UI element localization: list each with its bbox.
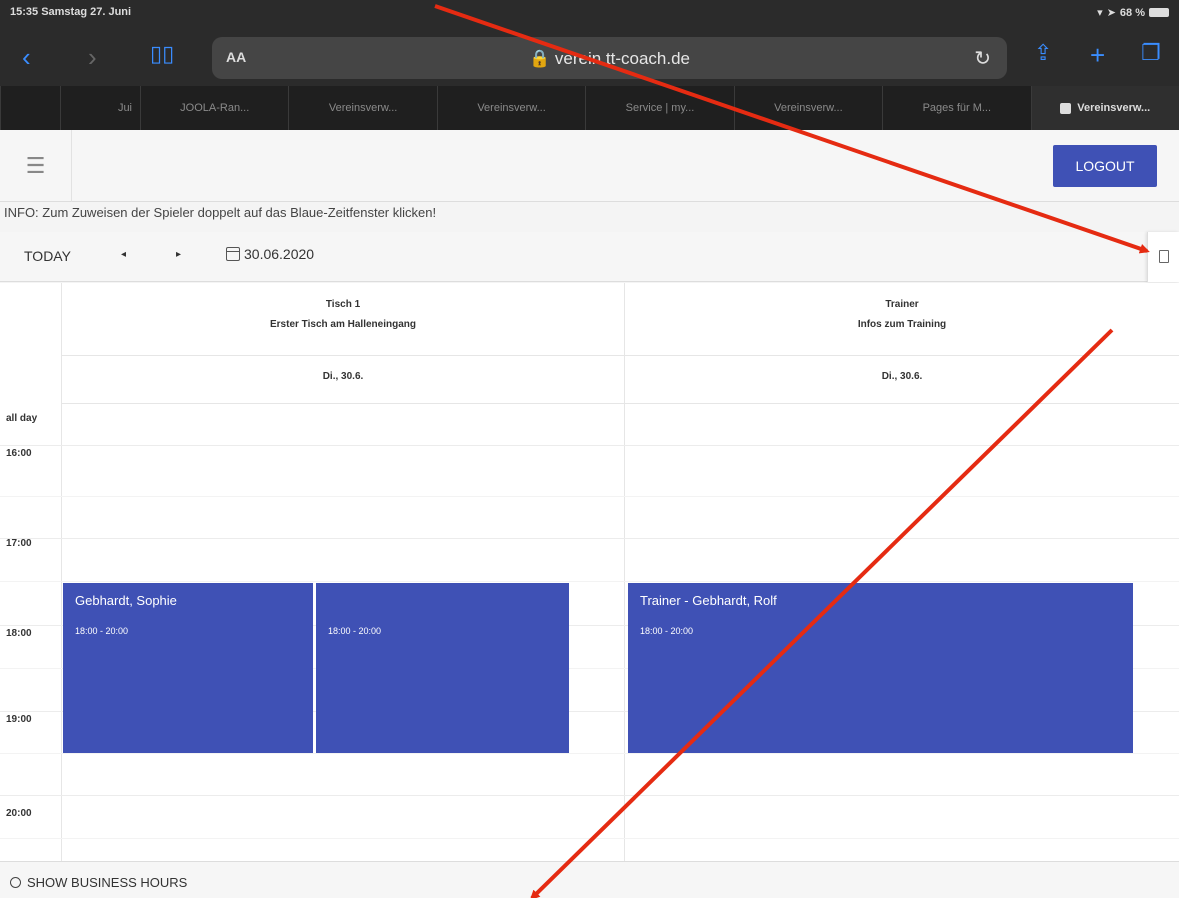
new-tab-icon[interactable]: + [1090,42,1105,68]
event-slot[interactable]: 18:00 - 20:00 [316,583,569,753]
tab-item[interactable]: Pages für M... [882,86,1030,130]
reload-icon[interactable]: ↻ [974,46,991,71]
time-label: 20:00 [6,808,32,819]
back-icon[interactable]: ‹ [22,44,31,70]
tab-item[interactable]: Vereinsverw... [436,86,585,130]
grid-line-half [0,753,1179,754]
tab-item[interactable]: Vereinsverw... [733,86,882,130]
event-time: 18:00 - 20:00 [75,626,129,636]
url-label: verein.tt-coach.de [554,49,691,68]
day-header: Di., 30.6. [881,371,923,382]
forward-icon[interactable]: › [88,44,97,70]
battery-icon [1149,8,1169,17]
event-gebhardt-sophie[interactable]: Gebhardt, Sophie 18:00 - 20:00 [63,583,313,753]
resource-subtitle: Infos zum Training [857,319,947,330]
time-label: 19:00 [6,714,32,725]
location-icon: ➤ [1106,7,1116,19]
all-day-label: all day [6,413,38,424]
resource-name: Tisch 1 [325,299,361,310]
battery-percent: 68 % [1119,6,1145,19]
calendar-grid: Tisch 1 Erster Tisch am Halleneingang Tr… [0,283,1179,861]
prev-day-button[interactable]: ◂ [121,249,126,260]
resource-subtitle: Erster Tisch am Halleneingang [270,319,416,330]
date-picker[interactable]: 30.06.2020 [226,246,314,262]
pdf-export-button[interactable] [1147,232,1179,282]
event-time: 18:00 - 20:00 [328,626,382,636]
event-trainer-gebhardt-rolf[interactable]: Trainer - Gebhardt, Rolf 18:00 - 20:00 [628,583,1133,753]
header-separator [62,355,1179,356]
next-day-button[interactable]: ▸ [176,249,181,260]
tab-item[interactable] [0,86,60,130]
tab-label: Vereinsverw... [1077,102,1151,114]
business-hours-label: SHOW BUSINESS HOURS [27,875,188,890]
tab-item-active[interactable]: Vereinsverw... [1030,86,1179,130]
resource-header-trainer: Trainer Infos zum Training [625,295,1179,355]
tab-item[interactable]: Jui [60,86,140,130]
header-separator [62,403,1179,404]
url-text: 🔒 verein.tt-coach.de [528,49,691,68]
calendar-toolbar: TODAY ◂ ▸ 30.06.2020 [0,232,1179,282]
app-header: ☰ LOGOUT [0,130,1179,202]
bookmarks-icon[interactable]: ▯▯ [150,43,174,65]
time-axis [0,283,62,861]
time-label: 16:00 [6,448,32,459]
calendar-footer: SHOW BUSINESS HOURS [0,861,1179,898]
event-time: 18:00 - 20:00 [640,626,694,636]
hamburger-menu-icon[interactable]: ☰ [0,130,72,202]
time-label: 17:00 [6,538,32,549]
event-title: Gebhardt, Sophie [75,593,177,608]
today-button[interactable]: TODAY [24,248,71,264]
clock-icon [10,877,21,888]
current-date: 30.06.2020 [244,246,315,262]
browser-toolbar: ‹ › ▯▯ AA 🔒 verein.tt-coach.de ↻ ⇪ + ❐ [0,30,1179,86]
tab-item[interactable]: Vereinsverw... [288,86,436,130]
share-icon[interactable]: ⇪ [1034,42,1052,64]
grid-line-half [0,581,1179,582]
favicon-icon [1060,102,1072,114]
grid-line-half [0,496,1179,497]
pdf-icon [1159,250,1169,263]
tab-item[interactable]: Service | my... [585,86,733,130]
column-divider [624,283,625,861]
logout-button[interactable]: LOGOUT [1053,145,1157,187]
time-label: 18:00 [6,628,32,639]
status-indicators: ▾ ➤ 68 % [1097,6,1169,19]
grid-line-half [0,838,1179,839]
info-text: INFO: Zum Zuweisen der Spieler doppelt a… [4,205,437,220]
day-header: Di., 30.6. [322,371,364,382]
status-time-date: 15:35 Samstag 27. Juni [10,6,132,18]
show-business-hours-button[interactable]: SHOW BUSINESS HOURS [10,875,187,890]
tab-item[interactable]: JOOLA-Ran... [140,86,288,130]
event-title: Trainer - Gebhardt, Rolf [640,593,777,608]
address-bar[interactable]: AA 🔒 verein.tt-coach.de ↻ [212,37,1007,79]
tab-bar: Jui JOOLA-Ran... Vereinsverw... Vereinsv… [0,86,1179,130]
calendar-icon [226,247,240,261]
grid-line [0,445,1179,446]
wifi-icon: ▾ [1097,7,1103,19]
status-bar: 15:35 Samstag 27. Juni ▾ ➤ 68 % [0,0,1179,30]
grid-line [0,538,1179,539]
grid-line [0,795,1179,796]
resource-header-tisch-1: Tisch 1 Erster Tisch am Halleneingang [62,295,624,355]
resource-name: Trainer [885,299,919,310]
tabs-overview-icon[interactable]: ❐ [1141,42,1161,64]
